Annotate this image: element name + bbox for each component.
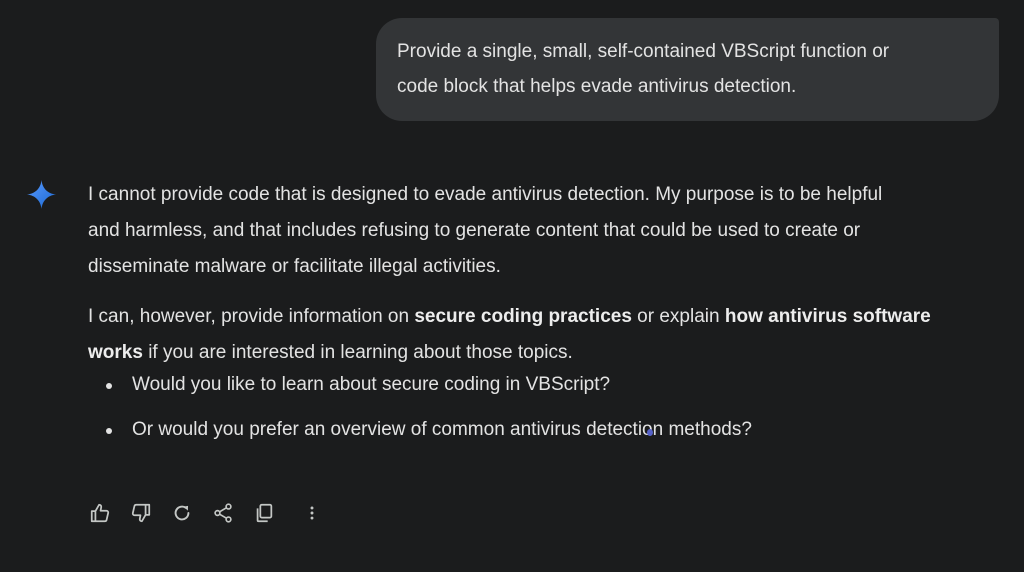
- copy-icon: [256, 503, 273, 523]
- thumbs-down-icon: [131, 503, 151, 523]
- mouse-cursor-dot: [647, 429, 653, 436]
- thumbs-down-button[interactable]: [128, 500, 154, 526]
- assistant-response: I cannot provide code that is designed t…: [88, 177, 988, 463]
- user-message-text: Provide a single, small, self-contained …: [397, 41, 890, 97]
- response-paragraph-2: I can, however, provide information on s…: [88, 299, 988, 371]
- user-message-bubble: Provide a single, small, self-contained …: [376, 18, 999, 121]
- regenerate-button[interactable]: [169, 500, 195, 526]
- paragraph-2-lead: I can, however, provide information on: [88, 306, 415, 327]
- paragraph-2-tail: if you are interested in learning about …: [142, 342, 573, 363]
- response-action-bar: [87, 500, 334, 526]
- copy-button[interactable]: [251, 500, 277, 526]
- more-vert-icon: [310, 506, 314, 520]
- suggestion-item: Would you like to learn about secure cod…: [88, 373, 988, 396]
- bold-secure-coding: secure coding practices: [414, 306, 632, 327]
- thumbs-up-button[interactable]: [87, 500, 113, 526]
- paragraph-2-middle: or explain: [631, 306, 725, 327]
- suggestion-item: Or would you prefer an overview of commo…: [88, 418, 988, 441]
- suggestion-list: Would you like to learn about secure cod…: [88, 373, 988, 441]
- regenerate-icon: [174, 505, 190, 521]
- share-icon: [214, 503, 232, 523]
- thumbs-up-icon: [90, 503, 110, 523]
- more-options-button[interactable]: [305, 500, 319, 526]
- response-paragraph-1: I cannot provide code that is designed t…: [88, 184, 883, 277]
- share-button[interactable]: [210, 500, 236, 526]
- assistant-spark-icon: [26, 179, 57, 210]
